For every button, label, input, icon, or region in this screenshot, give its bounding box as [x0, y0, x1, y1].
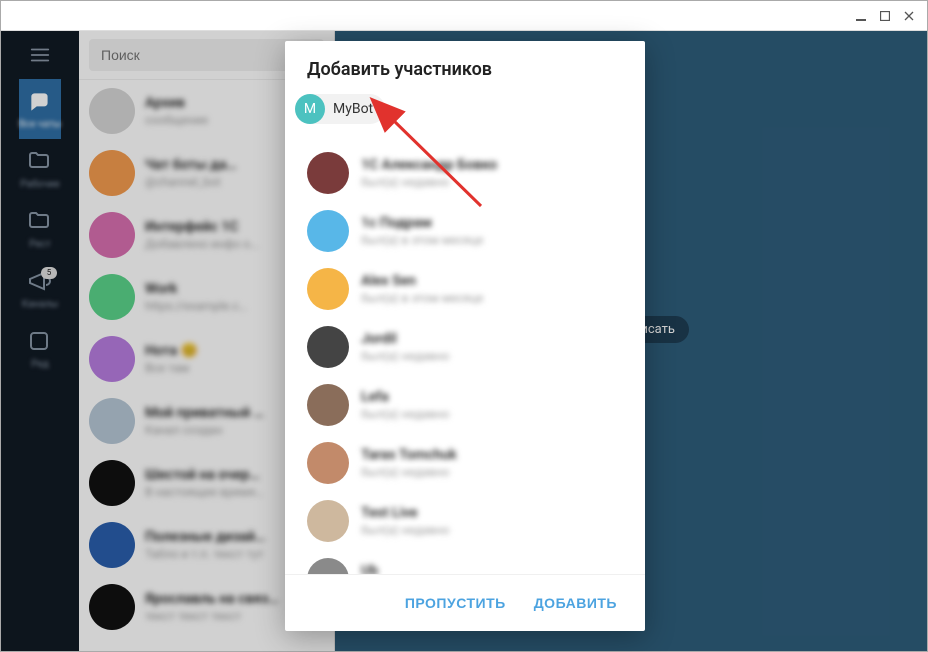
- app-window: Все чатыРабочиеРест5КаналыРед Архивсообщ…: [0, 0, 928, 652]
- contact-name: Alex Sen: [361, 273, 623, 289]
- skip-button[interactable]: ПРОПУСТИТЬ: [395, 589, 516, 617]
- contact-name: Ub: [361, 563, 623, 574]
- contact-name: 1С Александр Бовко: [361, 157, 623, 173]
- dialog-footer: ПРОПУСТИТЬ ДОБАВИТЬ: [285, 574, 645, 631]
- contact-list-item[interactable]: Alex Sen был(а) в этом месяце: [285, 260, 645, 318]
- selected-member-chip[interactable]: M MyBot: [295, 94, 385, 124]
- add-members-dialog: Добавить участников M MyBot 1С Александр…: [285, 41, 645, 631]
- chip-name: MyBot: [333, 101, 373, 117]
- maximize-button[interactable]: [873, 4, 897, 28]
- contact-list-item[interactable]: Test Live был(а) недавно: [285, 492, 645, 550]
- contact-name: Test Live: [361, 505, 623, 521]
- contact-status: был(а) недавно: [361, 349, 623, 363]
- contact-status: был(а) в этом месяце: [361, 291, 623, 305]
- contact-list-item[interactable]: Ubбыл(а) на этой неделе: [285, 550, 645, 574]
- contact-list-item[interactable]: 1С Александр Бовко был(а) недавно: [285, 144, 645, 202]
- contact-status: был(а) недавно: [361, 523, 623, 537]
- dialog-title: Добавить участников: [285, 41, 645, 90]
- close-button[interactable]: [897, 4, 921, 28]
- contact-avatar: [307, 152, 349, 194]
- contact-status: был(а) в этом месяце: [361, 233, 623, 247]
- contacts-list[interactable]: 1С Александр Бовко был(а) недавно 1с Подра…: [285, 140, 645, 574]
- contact-avatar: [307, 442, 349, 484]
- contact-avatar: [307, 500, 349, 542]
- chip-avatar: M: [295, 94, 325, 124]
- contact-name: 1с Подрам: [361, 215, 623, 231]
- contact-avatar: [307, 268, 349, 310]
- contact-status: был(а) недавно: [361, 407, 623, 421]
- contact-avatar: [307, 326, 349, 368]
- contact-list-item[interactable]: Taras Tomchuk был(а) недавно: [285, 434, 645, 492]
- contact-list-item[interactable]: 1с Подрам был(а) в этом месяце: [285, 202, 645, 260]
- contact-name: Jordil: [361, 331, 623, 347]
- contact-avatar: [307, 558, 349, 574]
- contact-avatar: [307, 210, 349, 252]
- selected-members-row: M MyBot: [285, 90, 645, 140]
- add-button[interactable]: ДОБАВИТЬ: [524, 589, 627, 617]
- contact-list-item[interactable]: Lefa был(а) недавно: [285, 376, 645, 434]
- contact-status: был(а) недавно: [361, 175, 623, 189]
- contact-name: Taras Tomchuk: [361, 447, 623, 463]
- minimize-button[interactable]: [849, 4, 873, 28]
- contact-list-item[interactable]: Jordil был(а) недавно: [285, 318, 645, 376]
- contact-name: Lefa: [361, 389, 623, 405]
- titlebar: [1, 1, 927, 31]
- contact-status: был(а) недавно: [361, 465, 623, 479]
- contact-avatar: [307, 384, 349, 426]
